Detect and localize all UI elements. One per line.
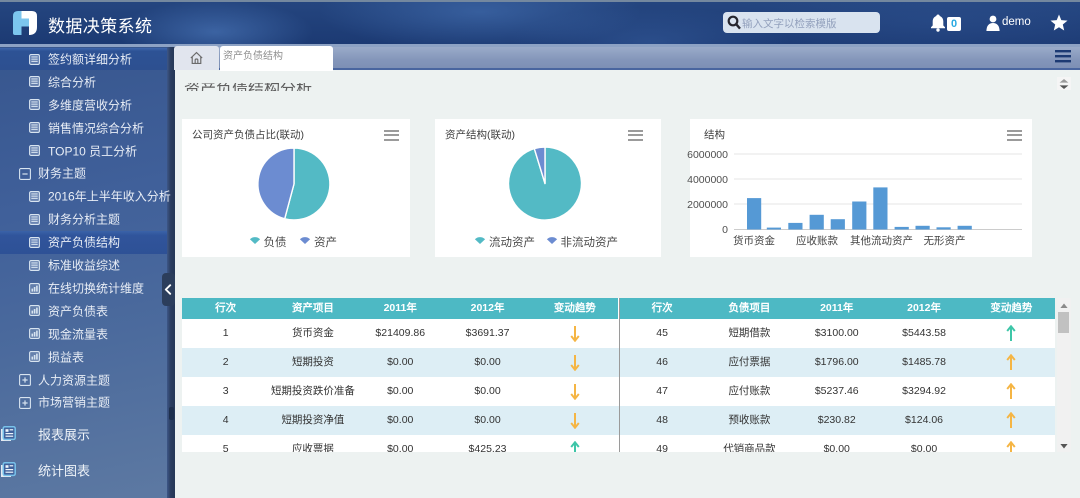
svg-text:0: 0 (722, 224, 728, 236)
svg-text:4000000: 4000000 (687, 174, 728, 186)
svg-text:货币资金: 货币资金 (733, 234, 775, 247)
svg-text:其他流动资产: 其他流动资产 (850, 234, 913, 247)
svg-text:应收账款: 应收账款 (796, 234, 838, 247)
svg-text:无形资产: 无形资产 (924, 234, 966, 247)
svg-text:2000000: 2000000 (687, 199, 728, 211)
svg-text:6000000: 6000000 (687, 149, 728, 161)
